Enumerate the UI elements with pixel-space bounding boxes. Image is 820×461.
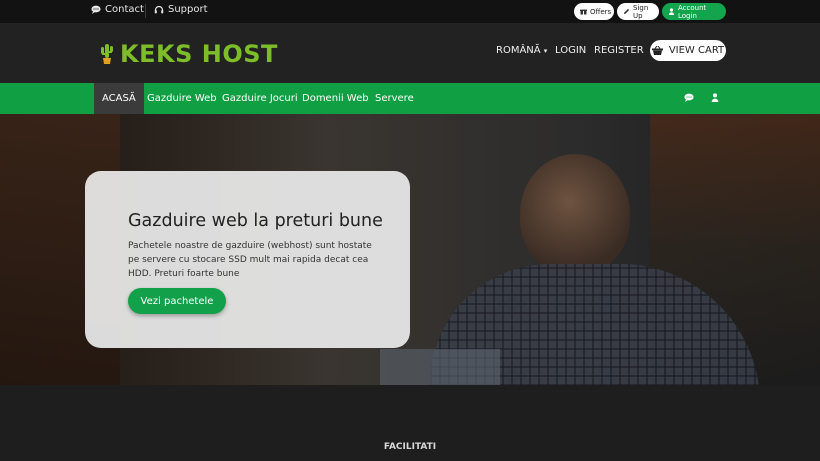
background-image	[380, 349, 500, 385]
background-image	[520, 154, 630, 274]
account-login-button[interactable]: Account Login	[662, 3, 726, 20]
contact-link[interactable]: Contact	[91, 4, 144, 15]
contact-label: Contact	[105, 4, 144, 15]
chat-icon	[91, 5, 101, 14]
caret-down-icon: ▾	[543, 47, 548, 55]
user-icon	[668, 8, 675, 15]
divider	[145, 4, 146, 18]
site-header: KEKS HOST ROMÂNĂ ▾ LOGIN REGISTER VIEW C…	[0, 23, 820, 83]
offers-button[interactable]: Offers	[574, 3, 614, 20]
nav-label: Domenii Web	[302, 93, 369, 104]
nav-label: Gazduire Web	[147, 93, 217, 104]
nav-item-gazduire-jocuri[interactable]: Gazduire Jocuri	[222, 83, 298, 114]
user-icon[interactable]	[711, 93, 719, 102]
nav-item-gazduire-web[interactable]: Gazduire Web	[147, 83, 217, 114]
nav-label: ACASĂ	[102, 93, 136, 104]
logo-text: KEKS HOST	[120, 40, 278, 68]
nav-label: Servere	[375, 93, 414, 104]
view-cart-label: VIEW CART	[668, 45, 725, 56]
account-login-label: Account Login	[678, 3, 707, 20]
nav-item-servere[interactable]: Servere	[375, 83, 414, 114]
view-cart-button[interactable]: VIEW CART	[650, 40, 726, 61]
hero-card: Gazduire web la preturi bune Pachetele n…	[85, 171, 410, 348]
features-section: FACILITATI	[0, 385, 820, 461]
register-label: REGISTER	[594, 45, 644, 56]
login-label: LOGIN	[555, 45, 587, 56]
chat-icon[interactable]	[684, 93, 694, 102]
hero-description: Pachetele noastre de gazduire (webhost) …	[128, 241, 372, 279]
view-packages-label: Vezi pachetele	[140, 295, 214, 307]
offers-label: Offers	[590, 7, 612, 16]
language-dropdown[interactable]: ROMÂNĂ ▾	[496, 45, 547, 56]
main-nav: ACASĂ Gazduire Web Gazduire Jocuri Domen…	[0, 83, 820, 114]
headset-icon	[154, 5, 164, 15]
support-label: Support	[168, 4, 208, 15]
cactus-icon	[100, 43, 114, 65]
signup-button[interactable]: Sign Up	[617, 3, 659, 20]
nav-item-domenii-web[interactable]: Domenii Web	[302, 83, 369, 114]
gift-icon	[580, 8, 587, 15]
view-packages-button[interactable]: Vezi pachetele	[128, 288, 226, 314]
section-title: FACILITATI	[383, 442, 437, 452]
signup-label: Sign Up	[633, 3, 649, 20]
support-link[interactable]: Support	[154, 4, 208, 15]
nav-item-acasa[interactable]: ACASĂ	[94, 83, 144, 114]
logo[interactable]: KEKS HOST	[100, 40, 278, 68]
pencil-icon	[623, 8, 630, 15]
nav-label: Gazduire Jocuri	[222, 93, 298, 104]
top-bar: Contact Support Offers Sign Up Account L…	[0, 0, 820, 23]
hero-title: Gazduire web la preturi bune	[128, 211, 383, 231]
language-label: ROMÂNĂ	[496, 45, 541, 56]
basket-icon	[651, 46, 663, 55]
register-link[interactable]: REGISTER	[594, 45, 644, 56]
login-link[interactable]: LOGIN	[555, 45, 586, 56]
